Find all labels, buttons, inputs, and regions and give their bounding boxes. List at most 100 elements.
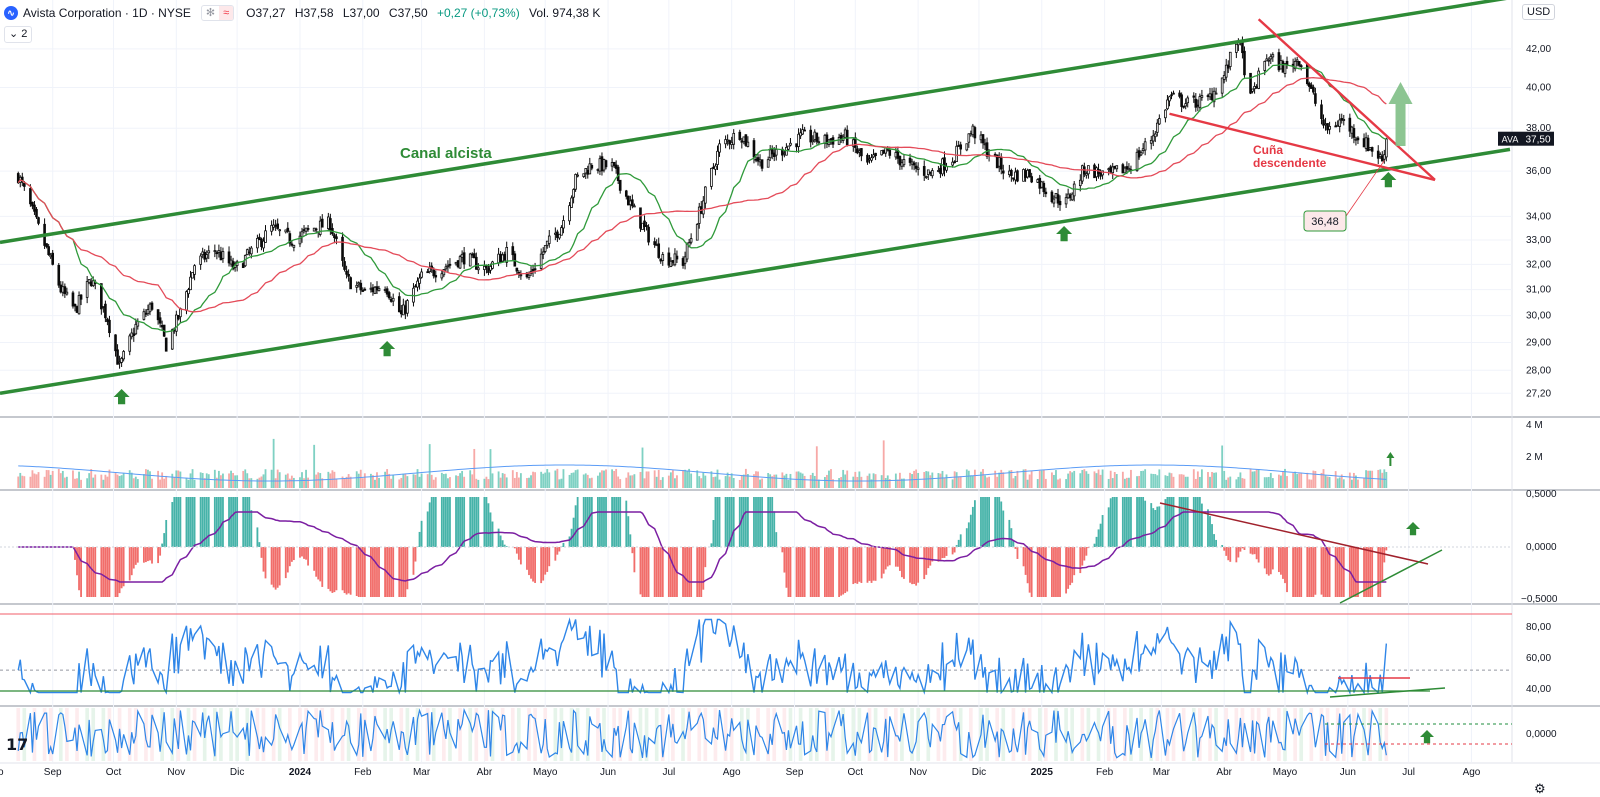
volume-bar bbox=[72, 470, 74, 488]
volume-bar bbox=[744, 468, 747, 488]
settings-gear-icon[interactable]: ⚙ bbox=[1534, 781, 1546, 797]
candle-body bbox=[926, 169, 930, 175]
candle-body bbox=[418, 277, 421, 284]
macd-histogram-bar bbox=[1109, 498, 1112, 547]
time-tick-label: Nov bbox=[909, 767, 927, 778]
candle-body bbox=[227, 251, 231, 264]
volume-bar bbox=[718, 479, 721, 488]
close-value: C37,50 bbox=[388, 6, 428, 20]
macd-histogram-bar bbox=[967, 522, 970, 547]
price-tick-label: 32,00 bbox=[1526, 259, 1551, 270]
macd-histogram-bar bbox=[704, 547, 707, 568]
candle-body bbox=[1235, 43, 1238, 53]
volume-bar bbox=[1265, 477, 1268, 488]
currency-button[interactable]: USD bbox=[1522, 4, 1556, 20]
volume-bar bbox=[315, 474, 318, 488]
candle-body bbox=[462, 252, 466, 265]
last-price-symbol: AVA bbox=[1502, 135, 1519, 145]
volume-bar bbox=[503, 473, 506, 488]
candle-body bbox=[714, 165, 717, 170]
volume-bar bbox=[1235, 479, 1238, 488]
symbol-header: ∿ Avista Corporation · 1D · NYSE ✻ ≈ O37… bbox=[4, 3, 606, 23]
data-badge-icon[interactable]: ✻ bbox=[202, 6, 219, 20]
volume-bar bbox=[761, 478, 763, 488]
macd-histogram-bar bbox=[430, 497, 433, 547]
symbol-title[interactable]: Avista Corporation · 1D · NYSE bbox=[23, 6, 191, 20]
candle-body bbox=[742, 136, 746, 142]
volume-bar bbox=[250, 478, 253, 488]
candle-body bbox=[241, 263, 245, 269]
macd-histogram-bar bbox=[489, 512, 492, 547]
support-arrow-icon bbox=[1056, 226, 1073, 242]
candle-body bbox=[87, 279, 91, 284]
volume-bar bbox=[1121, 471, 1124, 488]
volume-bar bbox=[828, 470, 830, 488]
candle-body bbox=[710, 167, 713, 187]
candle-body bbox=[404, 305, 407, 314]
volume-bar bbox=[1079, 473, 1082, 488]
chart-canvas[interactable]: 42,0040,0038,0036,0034,0033,0032,0031,00… bbox=[0, 0, 1600, 797]
candle-body bbox=[61, 286, 65, 293]
candle-body bbox=[345, 270, 348, 275]
candle-body bbox=[645, 225, 648, 227]
volume-bar bbox=[728, 476, 731, 488]
macd-histogram-bar bbox=[499, 535, 502, 547]
macd-histogram-bar bbox=[657, 547, 660, 597]
macd-histogram-bar bbox=[953, 547, 956, 553]
volume-bar bbox=[1022, 469, 1025, 488]
candle-body bbox=[213, 250, 217, 252]
volume-bar bbox=[147, 469, 149, 488]
tradingview-logo-icon[interactable]: 17 bbox=[6, 735, 28, 754]
volume-bar bbox=[1115, 474, 1118, 488]
macd-histogram-bar bbox=[943, 547, 946, 558]
volume-bar bbox=[447, 478, 449, 488]
candle-body bbox=[318, 220, 322, 235]
macd-histogram-bar bbox=[980, 497, 982, 547]
candle-body bbox=[158, 317, 162, 324]
volume-bar bbox=[1292, 473, 1295, 488]
candle-body bbox=[1320, 104, 1323, 120]
macd-histogram-bar bbox=[1342, 547, 1345, 597]
volume-bar bbox=[215, 477, 218, 488]
volume-bar bbox=[1271, 478, 1274, 488]
time-tick-label: 2025 bbox=[1031, 767, 1054, 778]
candle-body bbox=[683, 256, 687, 264]
macd-histogram-bar bbox=[969, 514, 972, 547]
candle-body bbox=[639, 207, 642, 229]
volume-bar bbox=[1326, 476, 1329, 488]
volume-bar bbox=[576, 469, 579, 488]
volume-bar bbox=[1057, 479, 1059, 488]
volume-bar bbox=[45, 470, 48, 488]
candle-body bbox=[371, 287, 375, 293]
macd-histogram-bar bbox=[497, 528, 500, 547]
volume-bar bbox=[130, 472, 133, 488]
macd-histogram-bar bbox=[434, 497, 437, 547]
macd-histogram-bar bbox=[1026, 547, 1029, 584]
macd-histogram-bar bbox=[1164, 499, 1167, 547]
collapse-indicators-button[interactable]: ⌄ 2 bbox=[4, 26, 33, 43]
macd-histogram-bar bbox=[471, 497, 474, 547]
macd-histogram-bar bbox=[177, 497, 180, 547]
oscillator-bg-bar bbox=[1293, 708, 1297, 761]
candle-body bbox=[1125, 166, 1129, 170]
candle-body bbox=[914, 165, 918, 169]
candle-body bbox=[1107, 168, 1110, 171]
macd-histogram-bar bbox=[1113, 497, 1116, 547]
candle-body bbox=[300, 231, 304, 238]
candle-body bbox=[387, 292, 391, 299]
market-closed-badge-icon[interactable]: ≈ bbox=[219, 6, 234, 20]
volume-bar bbox=[671, 470, 674, 488]
candle-body bbox=[959, 144, 963, 150]
macd-histogram-bar bbox=[880, 547, 883, 579]
candle-body bbox=[598, 158, 602, 172]
candle-body bbox=[1385, 138, 1388, 158]
macd-histogram-bar bbox=[1081, 547, 1084, 566]
macd-histogram-bar bbox=[526, 547, 528, 570]
candle-body bbox=[1164, 109, 1167, 119]
macd-histogram-bar bbox=[272, 547, 275, 588]
volume-bar bbox=[544, 472, 547, 488]
candle-body bbox=[262, 240, 265, 249]
macd-histogram-bar bbox=[1196, 497, 1199, 547]
macd-histogram-bar bbox=[852, 547, 855, 585]
candle-body bbox=[217, 250, 221, 253]
